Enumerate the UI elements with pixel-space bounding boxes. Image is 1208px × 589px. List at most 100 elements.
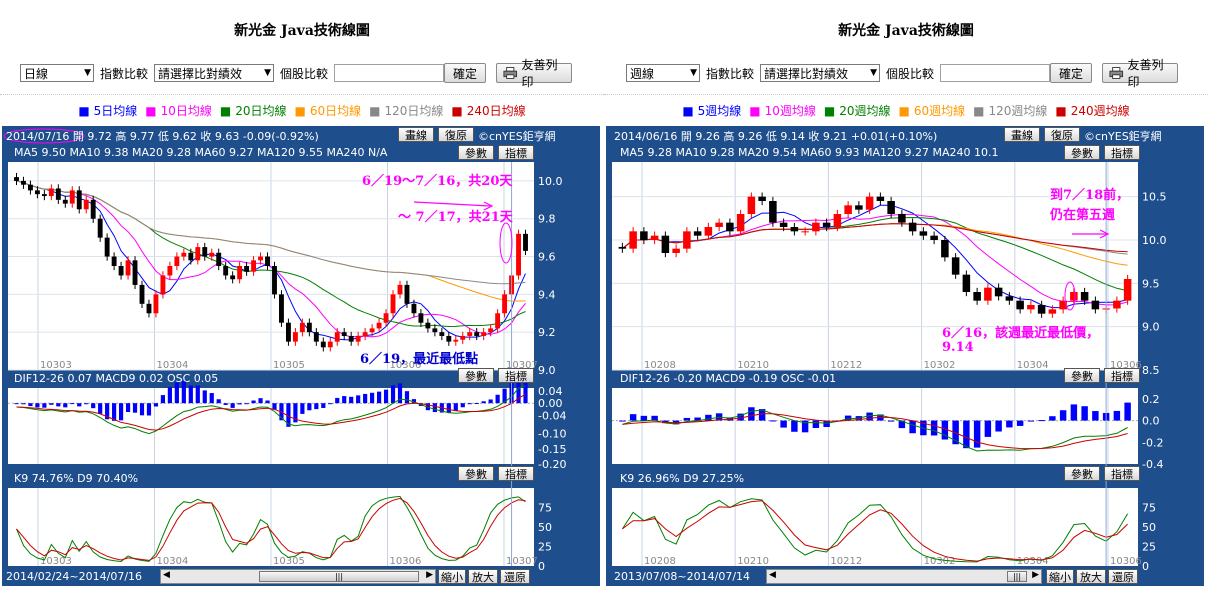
param-button[interactable]: 參數	[458, 145, 494, 160]
reset-button[interactable]: 復原	[1044, 127, 1080, 142]
ohlc-header: 2014/06/16 開 9.26 高 9.26 低 9.14 收 9.21 +…	[614, 130, 938, 143]
kd-param-button[interactable]: 參數	[1064, 466, 1100, 481]
osc-bar	[349, 396, 354, 404]
candle-body	[118, 266, 124, 276]
macd-indicator-button[interactable]: 指標	[1104, 368, 1140, 383]
osc-bar	[495, 394, 500, 404]
macd-param-button[interactable]: 參數	[458, 368, 494, 383]
kd-tick-label: 0	[1142, 560, 1149, 573]
index-compare-select[interactable]: 請選擇比對績效 ▼	[760, 64, 881, 82]
price-tick-label: 10.0	[1142, 234, 1167, 247]
osc-bar	[42, 403, 47, 408]
price-tick-label: 9.4	[538, 288, 556, 301]
index-compare-select[interactable]: 請選擇比對績效 ▼	[154, 64, 275, 82]
zoom-out-button[interactable]: 放大	[1076, 569, 1106, 584]
osc-bar	[963, 420, 970, 449]
osc-bar	[321, 403, 326, 408]
copyright: ©cnYES鉅亨網	[478, 130, 556, 143]
candle-body	[244, 266, 250, 272]
osc-bar	[300, 403, 305, 414]
legend-item: ■ 20日均線	[218, 104, 289, 118]
legend-item: ■ 5日均線	[76, 104, 139, 118]
osc-bar	[909, 420, 916, 434]
param-button[interactable]: 參數	[1064, 145, 1100, 160]
candle-body	[397, 284, 403, 295]
candle-body	[833, 214, 842, 227]
candle-body	[1037, 305, 1046, 314]
scroll-left-icon[interactable]: ◀	[769, 570, 776, 580]
candle-body	[1016, 300, 1024, 310]
candle-body	[383, 313, 389, 323]
osc-bar	[216, 399, 221, 404]
period-select-value: 週線	[630, 66, 655, 81]
scroll-right-icon[interactable]: ▶	[1032, 570, 1039, 580]
time-scrollbar[interactable]: ◀ ||| ▶	[160, 569, 436, 584]
candle-body	[779, 222, 788, 227]
candle-body	[237, 266, 243, 280]
print-button[interactable]: 友善列印	[496, 58, 573, 89]
indicator-button[interactable]: 指標	[498, 145, 534, 160]
price-tick-label: 9.8	[538, 213, 556, 226]
candle-body	[223, 266, 229, 276]
indicator-button[interactable]: 指標	[1104, 145, 1140, 160]
annotation-period-ext: ～ 7／17，共21天	[398, 210, 513, 225]
legend-swatch: ■	[1055, 104, 1067, 118]
kd-tick-label: 0	[538, 560, 545, 573]
draw-line-button[interactable]: 畫線	[1004, 127, 1040, 142]
candle-body	[306, 322, 312, 333]
restore-button[interactable]: 還原	[1108, 569, 1138, 584]
chevron-down-icon: ▼	[690, 68, 697, 78]
restore-button[interactable]: 還原	[500, 569, 530, 584]
candle-body	[758, 196, 766, 201]
osc-bar	[237, 403, 242, 405]
candle-body	[62, 199, 68, 204]
zoom-out-button[interactable]: 放大	[468, 569, 498, 584]
osc-bar	[619, 420, 626, 422]
candle-body	[425, 322, 431, 329]
macd-indicator-button[interactable]: 指標	[498, 368, 534, 383]
annotation-week-2: 仍在第五週	[1050, 208, 1116, 223]
candle-body	[453, 339, 459, 342]
stock-compare-input[interactable]	[334, 64, 445, 82]
osc-bar	[63, 403, 68, 408]
print-button[interactable]: 友善列印	[1102, 58, 1179, 89]
scroll-thumb[interactable]: |||	[1007, 571, 1027, 582]
zoom-in-button[interactable]: 縮小	[1046, 569, 1074, 584]
macd-tick-label: 0.00	[538, 397, 563, 410]
reset-button[interactable]: 復原	[438, 127, 474, 142]
osc-bar	[258, 398, 263, 404]
osc-bar	[195, 385, 200, 404]
zoom-in-button[interactable]: 縮小	[438, 569, 466, 584]
date-range: 2014/02/24~2014/07/16	[6, 570, 143, 583]
annotation-low: 6／19，最近最低點	[360, 352, 479, 367]
macd-tick-label: -0.20	[538, 458, 566, 471]
legend-label: 20日均線	[235, 104, 287, 118]
time-scrollbar[interactable]: ◀ ||| ▶	[766, 569, 1042, 584]
osc-bar	[769, 420, 777, 422]
osc-bar	[640, 415, 648, 421]
draw-line-button[interactable]: 畫線	[398, 127, 434, 142]
legend-item: ■ 120週均線	[971, 104, 1049, 118]
osc-bar	[363, 393, 368, 404]
kd-indicator-button[interactable]: 指標	[1104, 466, 1140, 481]
legend-item: ■ 240日均線	[449, 104, 527, 118]
osc-bar	[14, 403, 19, 405]
price-tick-label: 10.0	[538, 175, 563, 188]
legend-item: ■ 240週均線	[1053, 104, 1131, 118]
scroll-right-icon[interactable]: ▶	[426, 570, 433, 580]
osc-bar	[91, 403, 96, 409]
confirm-button[interactable]: 確定	[1050, 63, 1093, 83]
period-select[interactable]: 日線 ▼	[20, 64, 94, 82]
kd-param-button[interactable]: 參數	[458, 466, 494, 481]
macd-param-button[interactable]: 參數	[1064, 368, 1100, 383]
macd-values: DIF12-26 0.07 MACD9 0.02 OSC 0.05	[14, 372, 219, 385]
stock-compare-input[interactable]	[940, 64, 1051, 82]
candle-body	[747, 196, 756, 214]
legend-item: ■ 60週均線	[897, 104, 968, 118]
confirm-button[interactable]: 確定	[444, 63, 487, 83]
scroll-thumb[interactable]: |||	[259, 571, 419, 582]
kd-indicator-button[interactable]: 指標	[498, 466, 534, 481]
candle-body	[272, 266, 277, 295]
scroll-left-icon[interactable]: ◀	[163, 570, 170, 580]
period-select[interactable]: 週線 ▼	[626, 64, 700, 82]
